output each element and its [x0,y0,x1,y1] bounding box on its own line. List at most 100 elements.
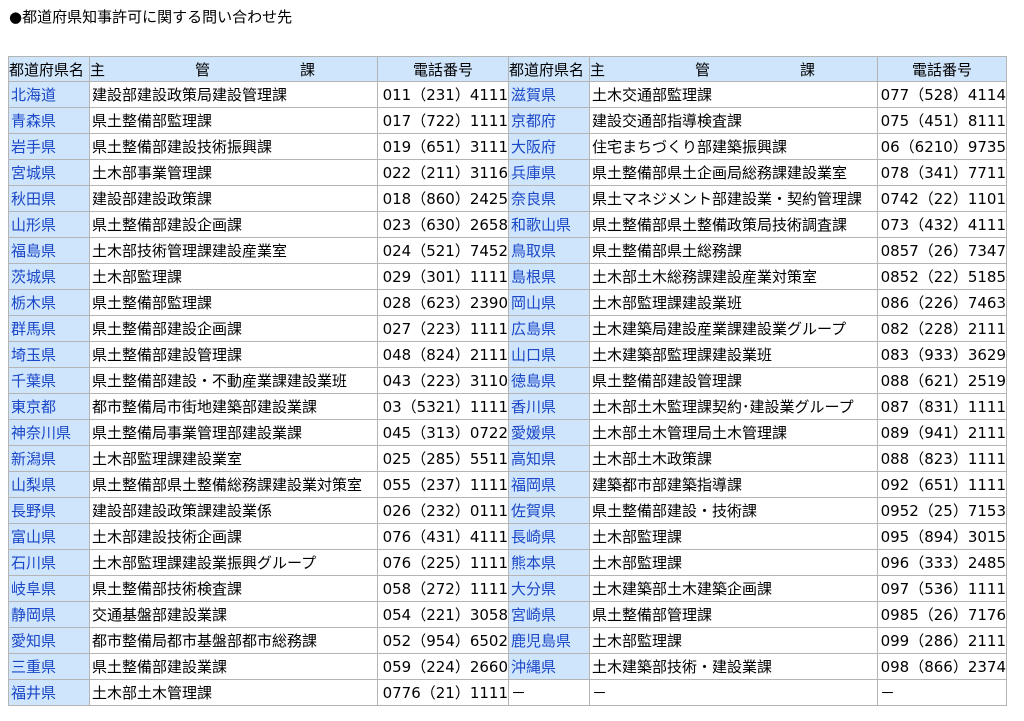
prefecture-cell: 滋賀県 [508,81,590,108]
department-cell: 交通基盤部建設業課 [89,601,378,628]
prefecture-link[interactable]: 宮崎県 [511,606,556,624]
prefecture-link[interactable]: 千葉県 [11,372,56,390]
department-cell: 土木部監理課 [589,549,878,576]
prefecture-link[interactable]: 岐阜県 [11,580,56,598]
prefecture-link[interactable]: 秋田県 [11,190,56,208]
department-cell: 県土整備部建設企画課 [89,315,378,342]
phone-cell: 078（341）7711 [877,159,1007,186]
prefecture-link[interactable]: 茨城県 [11,268,56,286]
department-cell: 土木交通部監理課 [589,81,878,108]
phone-cell: 043（223）3110 [377,367,509,394]
phone-cell: 017（722）1111 [377,107,509,134]
phone-cell: 0952（25）7153 [877,497,1007,524]
prefecture-cell: － [508,679,590,706]
phone-cell: 075（451）8111 [877,107,1007,134]
prefecture-link[interactable]: 兵庫県 [511,164,556,182]
department-cell: 県土整備部建設・技術課 [589,497,878,524]
prefecture-cell: 宮城県 [8,159,90,186]
phone-cell: 06（6210）9735 [877,133,1007,160]
prefecture-link[interactable]: 北海道 [11,86,56,104]
phone-cell: 052（954）6502 [377,627,509,654]
prefecture-cell: 福島県 [8,237,90,264]
prefecture-link[interactable]: 新潟県 [11,450,56,468]
prefecture-link[interactable]: 鹿児島県 [511,632,571,650]
prefecture-link[interactable]: 大分県 [511,580,556,598]
department-cell: － [589,679,878,706]
prefecture-link[interactable]: 愛知県 [11,632,56,650]
prefecture-cell: 香川県 [508,393,590,420]
department-cell: 建設部建設政策課建設業係 [89,497,378,524]
department-cell: 県土整備部建設管理課 [89,341,378,368]
prefecture-link[interactable]: 高知県 [511,450,556,468]
prefecture-link[interactable]: 山口県 [511,346,556,364]
phone-cell: 059（224）2660 [377,653,509,680]
prefecture-link[interactable]: 奈良県 [511,190,556,208]
phone-cell: 089（941）2111 [877,419,1007,446]
prefecture-cell: 岩手県 [8,133,90,160]
header-dept-char: 管 [194,60,210,79]
prefecture-cell: 千葉県 [8,367,90,394]
department-cell: 建築都市部建築指導課 [589,471,878,498]
prefecture-link[interactable]: 滋賀県 [511,86,556,104]
prefecture-link[interactable]: 長野県 [11,502,56,520]
prefecture-cell: 山口県 [508,341,590,368]
prefecture-link[interactable]: 佐賀県 [511,502,556,520]
prefecture-link[interactable]: 島根県 [511,268,556,286]
prefecture-link[interactable]: 青森県 [11,112,56,130]
prefecture-link[interactable]: 三重県 [11,658,56,676]
prefecture-link[interactable]: 群馬県 [11,320,56,338]
prefecture-link[interactable]: 和歌山県 [511,216,571,234]
department-cell: 県土整備部建設業課 [89,653,378,680]
prefecture-cell: 新潟県 [8,445,90,472]
table-row: 福井県 土木部土木管理課 0776（21）1111 －－－ [8,679,1007,706]
prefecture-link[interactable]: 静岡県 [11,606,56,624]
prefecture-link[interactable]: 富山県 [11,528,56,546]
prefecture-link[interactable]: 山梨県 [11,476,56,494]
prefecture-link[interactable]: 石川県 [11,554,56,572]
department-cell: 土木部監理課 [589,523,878,550]
prefecture-link[interactable]: 香川県 [511,398,556,416]
prefecture-link[interactable]: 東京都 [11,398,56,416]
phone-cell: 0857（26）7347 [877,237,1007,264]
prefecture-cell: 兵庫県 [508,159,590,186]
table-row: 茨城県 土木部監理課 029（301）1111 島根県 土木部土木総務課建設産業対策室 0… [8,263,1007,290]
department-cell: 土木部技術管理課建設産業室 [89,237,378,264]
phone-cell: 088（823）1111 [877,445,1007,472]
prefecture-link[interactable]: 大阪府 [511,138,556,156]
prefecture-link[interactable]: 福岡県 [511,476,556,494]
prefecture-link[interactable]: 沖縄県 [511,658,556,676]
department-cell: 土木部土木管理局土木管理課 [589,419,878,446]
department-cell: 土木建築部土木建築企画課 [589,575,878,602]
prefecture-link[interactable]: 鳥取県 [511,242,556,260]
prefecture-cell: 神奈川県 [8,419,90,446]
prefecture-link[interactable]: 埼玉県 [11,346,56,364]
department-cell: 土木部建設技術企画課 [89,523,378,550]
prefecture-link[interactable]: 宮城県 [11,164,56,182]
prefecture-link[interactable]: 長崎県 [511,528,556,546]
prefecture-cell: 大分県 [508,575,590,602]
prefecture-link[interactable]: 神奈川県 [11,424,71,442]
prefecture-cell: 埼玉県 [8,341,90,368]
prefecture-link[interactable]: 福島県 [11,242,56,260]
prefecture-link[interactable]: 広島県 [511,320,556,338]
prefecture-link[interactable]: 岡山県 [511,294,556,312]
phone-cell: 087（831）1111 [877,393,1007,420]
table-row: 栃木県 県土整備部監理課 028（623）2390 岡山県 土木部監理課建設業班 086（… [8,289,1007,316]
prefecture-link[interactable]: 徳島県 [511,372,556,390]
prefecture-cell: 岐阜県 [8,575,90,602]
prefecture-cell: 奈良県 [508,185,590,212]
phone-cell: 027（223）1111 [377,315,509,342]
department-cell: 建設交通部指導検査課 [589,107,878,134]
department-cell: 県土整備部建設企画課 [89,211,378,238]
table-row: 山梨県 県土整備部県土整備総務課建設業対策室 055（237）1111 福岡県 建築都市… [8,471,1007,498]
prefecture-link[interactable]: 愛媛県 [511,424,556,442]
prefecture-link[interactable]: 山形県 [11,216,56,234]
prefecture-link[interactable]: 熊本県 [511,554,556,572]
prefecture-link[interactable]: 岩手県 [11,138,56,156]
prefecture-link[interactable]: 栃木県 [11,294,56,312]
prefecture-cell: 長崎県 [508,523,590,550]
prefecture-link[interactable]: 京都府 [511,112,556,130]
table-row: 東京都 都市整備局市街地建築部建設業課 03（5321）1111 香川県 土木部土木監理… [8,393,1007,420]
prefecture-link[interactable]: 福井県 [11,684,56,702]
prefecture-cell: 高知県 [508,445,590,472]
